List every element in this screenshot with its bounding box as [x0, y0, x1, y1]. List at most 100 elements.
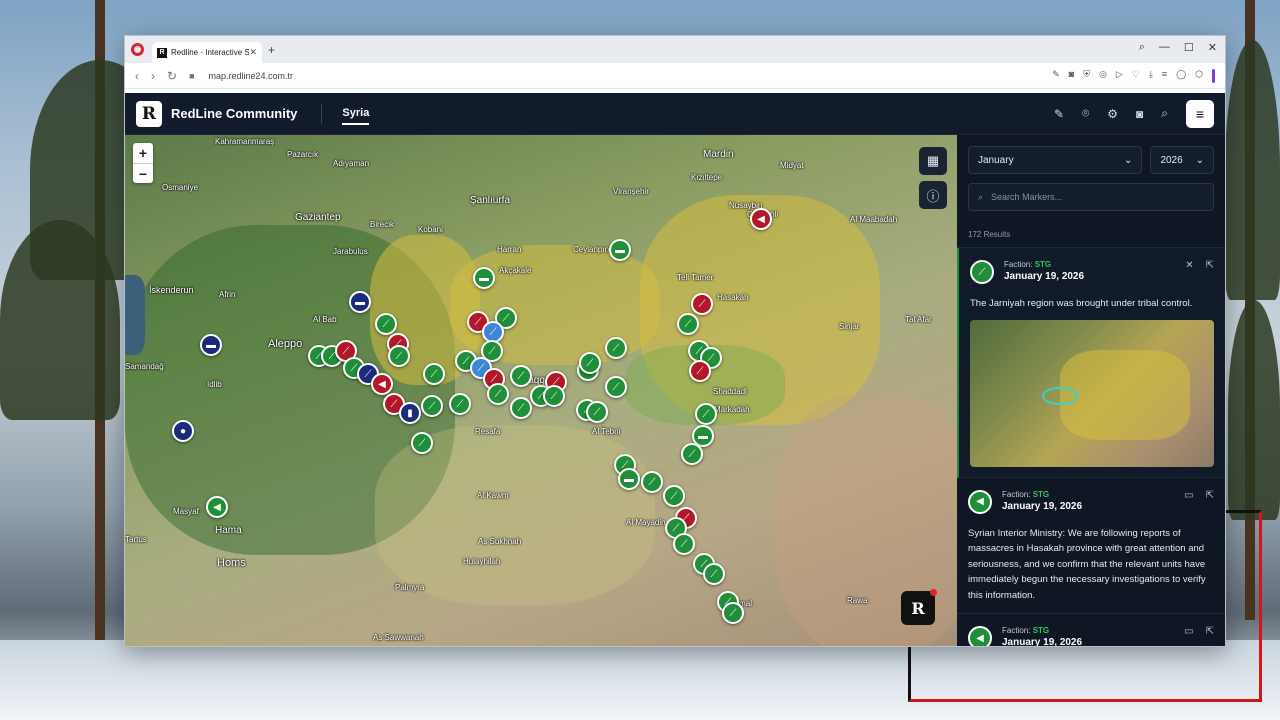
marker-card[interactable]: ⟋ Faction: STG January 19, 2026 ✕ ⇱ The … [957, 248, 1225, 478]
edit-icon[interactable]: ✎ [1052, 69, 1060, 83]
rifle-marker-icon[interactable]: ⟋ [722, 602, 744, 624]
rifle-marker-icon[interactable]: ⟋ [586, 401, 608, 423]
maximize-icon[interactable]: ☐ [1184, 41, 1194, 54]
truck-marker-icon[interactable]: ▬ [473, 267, 495, 289]
megaphone-marker-icon[interactable]: ◀ [371, 373, 393, 395]
location-pin-icon[interactable]: ⌾ [1082, 106, 1089, 121]
marker-card[interactable]: ◀ Faction: STG January 19, 2026 ▭ ⇱ Syri… [957, 478, 1225, 614]
city-label: Şanlıurfa [470, 195, 511, 206]
rifle-marker-icon[interactable]: ⟋ [375, 313, 397, 335]
truck-marker-icon[interactable]: ▬ [200, 334, 222, 356]
camera-icon[interactable]: ◙ [1136, 107, 1143, 121]
pen-icon[interactable]: ✎ [1054, 107, 1064, 121]
search-icon[interactable]: ⌕ [1161, 106, 1168, 121]
extensions-icon[interactable]: ⬡ [1195, 69, 1203, 83]
external-link-icon[interactable]: ⇱ [1206, 490, 1214, 501]
close-tab-icon[interactable]: ✕ [249, 47, 257, 58]
rifle-marker-icon[interactable]: ⟋ [449, 393, 471, 415]
megaphone-marker-icon[interactable]: ◀ [750, 208, 772, 230]
rifle-marker-icon[interactable]: ⟋ [689, 360, 711, 382]
search-placeholder: Search Markers... [991, 192, 1063, 202]
back-icon[interactable]: ‹ [135, 69, 139, 83]
heart-icon[interactable]: ♡ [1132, 69, 1140, 83]
city-label: Adıyaman [333, 159, 370, 168]
rifle-marker-icon[interactable]: ⟋ [677, 313, 699, 335]
easy-setup-icon[interactable]: ≡ [1162, 69, 1167, 83]
external-link-icon[interactable]: ⇱ [1206, 260, 1214, 271]
external-link-icon[interactable]: ⇱ [1206, 626, 1214, 637]
close-icon[interactable]: ✕ [1185, 260, 1193, 271]
hamburger-menu-icon[interactable]: ≡ [1186, 99, 1214, 128]
map-canvas[interactable]: + − ▦ ⓘ Kahramanmaraş Pazarcık Adıyaman … [125, 135, 957, 646]
browser-window: R Redline - Interactive Strat ✕ + ⌕ — ☐ … [124, 35, 1226, 647]
settings-gear-icon[interactable]: ⚙ [1107, 107, 1118, 121]
map-layers-icon[interactable]: ▦ [919, 147, 947, 175]
new-tab-icon[interactable]: + [268, 43, 275, 57]
info-icon[interactable]: ⓘ [919, 181, 947, 209]
city-label: Gaziantep [295, 212, 341, 223]
rifle-marker-icon[interactable]: ⟋ [388, 345, 410, 367]
tab-bar: R Redline - Interactive Strat ✕ + ⌕ — ☐ … [125, 36, 1225, 63]
reload-icon[interactable]: ↻ [167, 69, 177, 83]
url-field[interactable]: map.redline24.com.tr [209, 71, 294, 81]
download-icon[interactable]: ⤓ [1149, 69, 1153, 83]
zoom-in-button[interactable]: + [133, 143, 153, 163]
month-select[interactable]: January ⌄ [968, 146, 1143, 174]
rifle-icon: ⟋ [970, 260, 994, 284]
rifle-marker-icon[interactable]: ⟋ [663, 485, 685, 507]
opera-icon[interactable] [131, 43, 144, 56]
rifle-marker-icon[interactable]: ⟋ [641, 471, 663, 493]
rifle-marker-icon[interactable]: ⟋ [421, 395, 443, 417]
rifle-marker-icon[interactable]: ⟋ [579, 352, 601, 374]
video-icon[interactable]: ▭ [1184, 490, 1193, 501]
city-label: Tell Tamer [677, 273, 714, 282]
redline-floating-button[interactable]: R [901, 589, 937, 625]
rifle-marker-icon[interactable]: ⟋ [605, 337, 627, 359]
rifle-marker-icon[interactable]: ⟋ [703, 563, 725, 585]
city-label: Samandağ [125, 362, 164, 371]
truck-marker-icon[interactable]: ▬ [349, 291, 371, 313]
minimize-icon[interactable]: — [1159, 41, 1170, 54]
rifle-marker-icon[interactable]: ⟋ [681, 443, 703, 465]
rifle-marker-icon[interactable]: ⟋ [510, 365, 532, 387]
rifle-marker-icon[interactable]: ⟋ [487, 383, 509, 405]
truck-marker-icon[interactable]: ▬ [609, 239, 631, 261]
browser-tab[interactable]: R Redline - Interactive Strat ✕ [152, 42, 262, 63]
city-label: Kobani [418, 225, 443, 234]
filters-row: January ⌄ 2026 ⌄ [957, 135, 1225, 174]
tank-marker-icon[interactable]: ● [172, 420, 194, 442]
redline-app: R RedLine Community Syria ✎ ⌾ ⚙ ◙ ⌕ ≡ + … [125, 93, 1225, 646]
rifle-marker-icon[interactable]: ⟋ [510, 397, 532, 419]
city-label: As Sawwanah [373, 633, 424, 642]
play-icon[interactable]: ▷ [1116, 69, 1123, 83]
rifle-marker-icon[interactable]: ⟋ [691, 293, 713, 315]
year-select[interactable]: 2026 ⌄ [1150, 146, 1214, 174]
rifle-marker-icon[interactable]: ▮ [399, 402, 421, 424]
card-map-thumbnail[interactable] [970, 319, 1214, 467]
camera-icon[interactable]: ◙ [1069, 69, 1074, 83]
tab-syria[interactable]: Syria [342, 103, 370, 125]
city-label: Markadah [714, 405, 750, 414]
rifle-marker-icon[interactable]: ⟋ [673, 533, 695, 555]
profile-icon[interactable]: ◯ [1176, 69, 1186, 83]
zoom-out-button[interactable]: − [133, 163, 153, 183]
truck-marker-icon[interactable]: ▬ [618, 468, 640, 490]
rifle-marker-icon[interactable]: ⟋ [411, 432, 433, 454]
rifle-marker-icon[interactable]: ⟋ [605, 376, 627, 398]
forward-icon[interactable]: › [151, 69, 155, 83]
search-tabs-icon[interactable]: ⌕ [1139, 41, 1145, 54]
vpn-icon[interactable]: ◎ [1099, 69, 1107, 83]
video-icon[interactable]: ▭ [1184, 626, 1193, 637]
rifle-marker-icon[interactable]: ⟋ [695, 403, 717, 425]
search-markers-input[interactable]: ⌕ Search Markers... [968, 183, 1214, 211]
card-text: The Jarniyah region was brought under tr… [970, 298, 1193, 309]
rifle-marker-icon[interactable]: ⟋ [423, 363, 445, 385]
rifle-marker-icon[interactable]: ⟋ [543, 385, 565, 407]
shield-icon[interactable]: ⛨ [1083, 69, 1090, 83]
marker-card[interactable]: ◀ Faction: STG January 19, 2026 ▭ ⇱ [957, 614, 1225, 646]
megaphone-marker-icon[interactable]: ◀ [206, 496, 228, 518]
redline-logo[interactable]: R [136, 100, 162, 127]
city-label: Masyaf [173, 507, 199, 516]
city-label: Sinjar [839, 322, 860, 331]
close-window-icon[interactable]: ✕ [1208, 41, 1217, 54]
